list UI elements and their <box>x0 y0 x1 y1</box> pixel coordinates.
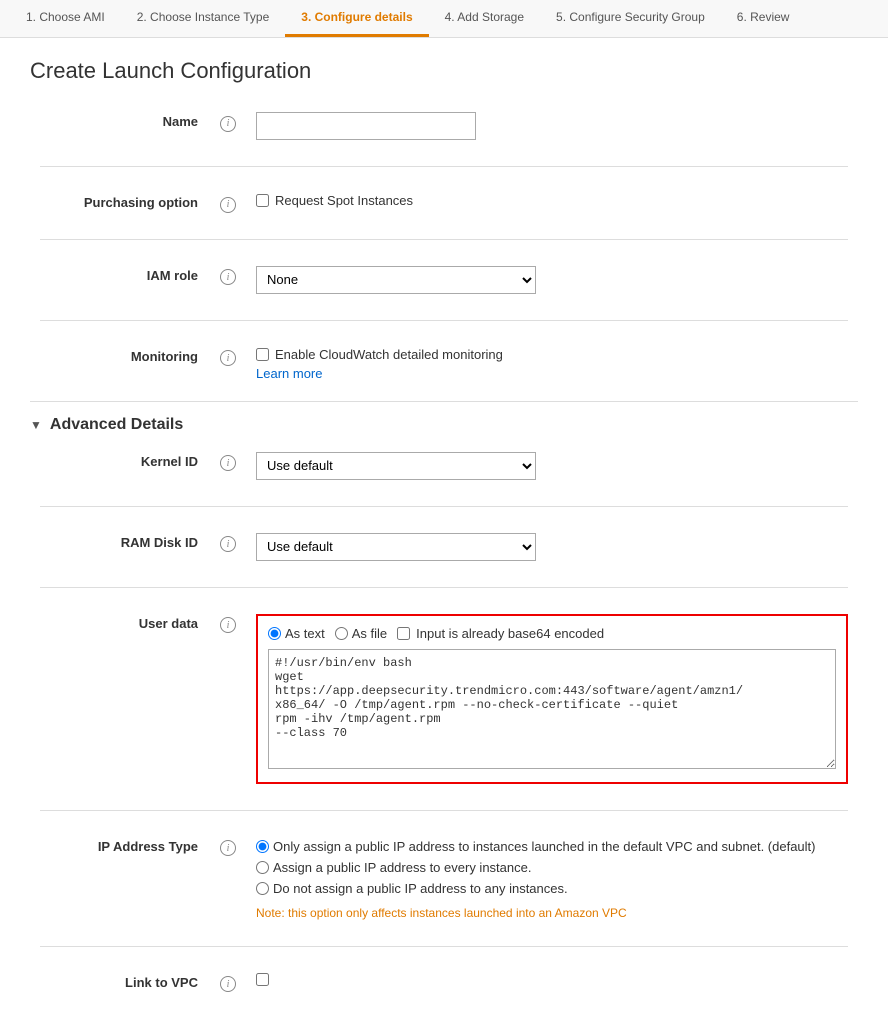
link-to-vpc-info-icon[interactable]: i <box>220 976 236 992</box>
user-data-highlight-box: As text As file Input is already base64 … <box>256 614 848 784</box>
monitoring-text: Enable CloudWatch detailed monitoring <box>275 347 503 362</box>
user-data-row: User data i As text As file <box>30 606 858 792</box>
advanced-details-header[interactable]: ▼ Advanced Details <box>30 416 858 434</box>
purchasing-option-text: Request Spot Instances <box>275 193 413 208</box>
ip-option-2-text: Assign a public IP address to every inst… <box>273 860 531 875</box>
form-table: Name i Purchasing option i Request Spot … <box>30 104 858 389</box>
ip-address-type-label: IP Address Type <box>30 829 210 928</box>
purchasing-option-checkbox-label[interactable]: Request Spot Instances <box>256 193 848 208</box>
kernel-id-label: Kernel ID <box>30 444 210 488</box>
learn-more-link[interactable]: Learn more <box>256 366 848 381</box>
base64-label[interactable]: Input is already base64 encoded <box>397 626 604 641</box>
monitoring-label: Monitoring <box>30 339 210 389</box>
tab-review[interactable]: 6. Review <box>721 0 806 37</box>
iam-role-label: IAM role <box>30 258 210 302</box>
name-input[interactable] <box>256 112 476 140</box>
as-text-label[interactable]: As text <box>268 626 325 641</box>
monitoring-checkbox-label[interactable]: Enable CloudWatch detailed monitoring <box>256 347 848 362</box>
ram-disk-id-label: RAM Disk ID <box>30 525 210 569</box>
tab-add-storage[interactable]: 4. Add Storage <box>429 0 540 37</box>
ip-address-type-options: Only assign a public IP address to insta… <box>256 839 848 920</box>
link-to-vpc-checkbox[interactable] <box>256 973 269 986</box>
purchasing-option-checkbox[interactable] <box>256 194 269 207</box>
user-data-label: User data <box>30 606 210 792</box>
base64-checkbox[interactable] <box>397 627 410 640</box>
ram-disk-id-row: RAM Disk ID i Use default <box>30 525 858 569</box>
monitoring-checkbox[interactable] <box>256 348 269 361</box>
as-file-radio[interactable] <box>335 627 348 640</box>
kernel-id-select[interactable]: Use default <box>256 452 536 480</box>
ip-note: Note: this option only affects instances… <box>256 906 848 920</box>
base64-text: Input is already base64 encoded <box>416 626 604 641</box>
name-info-icon[interactable]: i <box>220 116 236 132</box>
advanced-details-label: Advanced Details <box>50 416 183 434</box>
ram-disk-id-info-icon[interactable]: i <box>220 536 236 552</box>
iam-role-row: IAM role i None <box>30 258 858 302</box>
advanced-details-table: Kernel ID i Use default RAM Disk ID i Us… <box>30 444 858 1001</box>
monitoring-info-icon[interactable]: i <box>220 350 236 366</box>
user-data-options: As text As file Input is already base64 … <box>268 626 836 641</box>
link-to-vpc-label: Link to VPC <box>30 965 210 1001</box>
ip-option-1-label[interactable]: Only assign a public IP address to insta… <box>256 839 848 854</box>
ip-address-type-info-icon[interactable]: i <box>220 840 236 856</box>
ram-disk-id-select[interactable]: Use default <box>256 533 536 561</box>
ip-option-2-radio[interactable] <box>256 861 269 874</box>
name-row: Name i <box>30 104 858 148</box>
iam-role-select[interactable]: None <box>256 266 536 294</box>
as-file-text: As file <box>352 626 387 641</box>
tab-choose-ami[interactable]: 1. Choose AMI <box>10 0 121 37</box>
user-data-textarea[interactable]: #!/usr/bin/env bash wget https://app.dee… <box>268 649 836 769</box>
ip-option-2-label[interactable]: Assign a public IP address to every inst… <box>256 860 848 875</box>
as-text-radio[interactable] <box>268 627 281 640</box>
name-label: Name <box>30 104 210 148</box>
purchasing-info-icon[interactable]: i <box>220 197 236 213</box>
ip-option-1-text: Only assign a public IP address to insta… <box>273 839 815 854</box>
ip-address-type-row: IP Address Type i Only assign a public I… <box>30 829 858 928</box>
kernel-id-info-icon[interactable]: i <box>220 455 236 471</box>
advanced-details-chevron-icon: ▼ <box>30 418 42 432</box>
ip-option-3-radio[interactable] <box>256 882 269 895</box>
iam-role-info-icon[interactable]: i <box>220 269 236 285</box>
purchasing-option-label: Purchasing option <box>30 185 210 221</box>
wizard-tabs: 1. Choose AMI 2. Choose Instance Type 3.… <box>0 0 888 38</box>
monitoring-controls: Enable CloudWatch detailed monitoring Le… <box>256 347 848 381</box>
as-text-text: As text <box>285 626 325 641</box>
tab-configure-details[interactable]: 3. Configure details <box>285 0 428 37</box>
purchasing-option-row: Purchasing option i Request Spot Instanc… <box>30 185 858 221</box>
ip-option-3-text: Do not assign a public IP address to any… <box>273 881 568 896</box>
tab-choose-instance-type[interactable]: 2. Choose Instance Type <box>121 0 286 37</box>
tab-configure-security-group[interactable]: 5. Configure Security Group <box>540 0 721 37</box>
as-file-label[interactable]: As file <box>335 626 387 641</box>
user-data-info-icon[interactable]: i <box>220 617 236 633</box>
ip-option-1-radio[interactable] <box>256 840 269 853</box>
page-title: Create Launch Configuration <box>30 58 858 84</box>
link-to-vpc-row: Link to VPC i <box>30 965 858 1001</box>
ip-option-3-label[interactable]: Do not assign a public IP address to any… <box>256 881 848 896</box>
monitoring-row: Monitoring i Enable CloudWatch detailed … <box>30 339 858 389</box>
kernel-id-row: Kernel ID i Use default <box>30 444 858 488</box>
